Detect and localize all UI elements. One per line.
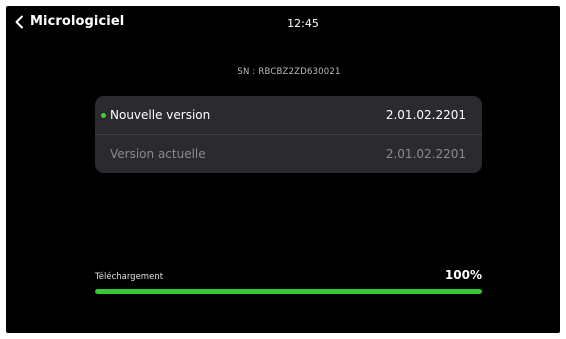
current-version-value: 2.01.02.2201 bbox=[385, 147, 466, 161]
new-version-label: Nouvelle version bbox=[110, 108, 211, 122]
version-panel: Nouvelle version 2.01.02.2201 Version ac… bbox=[95, 96, 482, 173]
clock-time: 12:45 bbox=[287, 17, 319, 30]
header-bar: Micrologiciel 12:45 bbox=[6, 6, 560, 42]
download-progress-fill bbox=[95, 289, 482, 294]
status-dot-icon bbox=[101, 112, 106, 118]
new-version-row: Nouvelle version 2.01.02.2201 bbox=[95, 96, 482, 134]
download-percent: 100% bbox=[444, 268, 482, 282]
serial-number: SN : RBCBZ2ZD630021 bbox=[237, 67, 341, 77]
download-progress-bar bbox=[95, 289, 482, 294]
current-version-label: Version actuelle bbox=[110, 147, 206, 161]
new-version-value: 2.01.02.2201 bbox=[385, 108, 466, 122]
download-label: Téléchargement bbox=[95, 272, 164, 282]
current-version-row: Version actuelle 2.01.02.2201 bbox=[95, 135, 482, 173]
firmware-screen: Micrologiciel 12:45 SN : RBCBZ2ZD630021 … bbox=[6, 6, 560, 333]
